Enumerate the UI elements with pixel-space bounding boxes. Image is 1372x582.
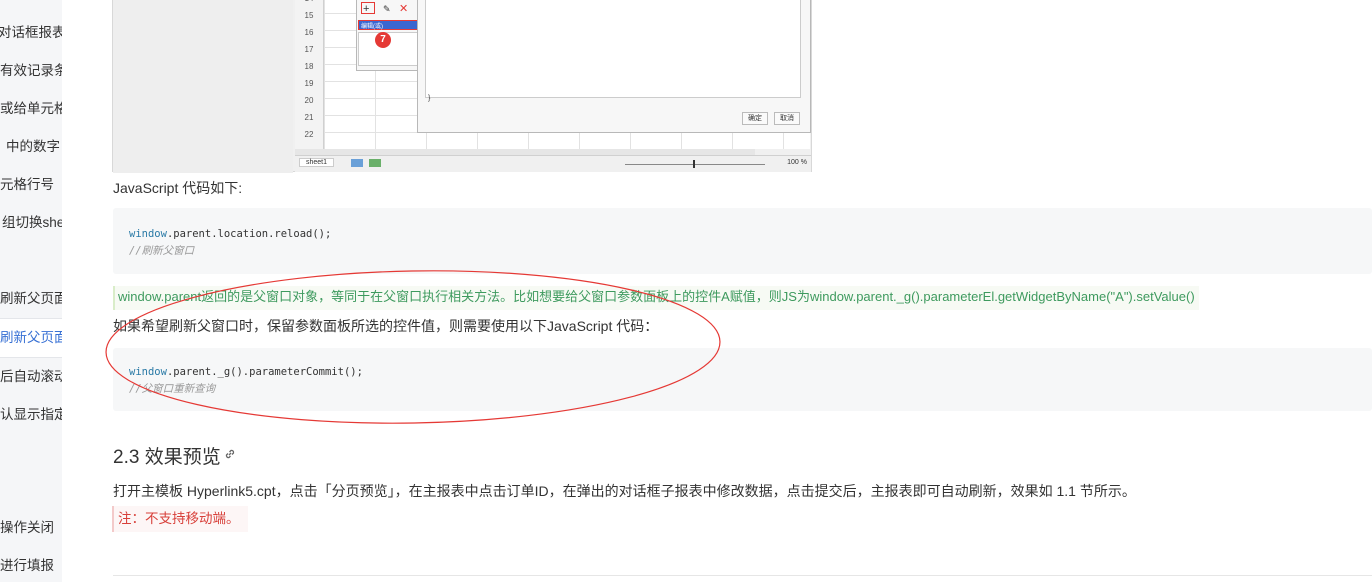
zoom-slider (625, 164, 765, 165)
zoom-level: 100 % (787, 159, 807, 166)
event-list-dialog: + ✎ ✕ 编辑(或) 7 (356, 0, 420, 71)
row-number: 16 (304, 28, 314, 37)
code-block-reload: window.parent.location.reload(); //刷新父窗口 (113, 208, 1372, 274)
keep-params-text: 如果希望刷新父窗口时，保留参数面板所选的控件值，则需要使用以下JavaScrip… (113, 318, 659, 334)
sidebar-item[interactable]: 操作关闭 (0, 519, 54, 537)
section-heading: 2.3 效果预览 (113, 447, 221, 468)
row-number: 17 (304, 45, 314, 54)
cancel-button: 取消 (774, 112, 800, 125)
sidebar-item[interactable]: 认显示指定 (0, 406, 62, 424)
sidebar-item[interactable]: 进行填报 (0, 557, 54, 575)
event-list-item-label: 编辑(或) (361, 24, 383, 30)
sidebar-item[interactable]: 对话框报表 (0, 24, 62, 42)
code-text: .parent._g().parameterCommit(); (166, 366, 363, 378)
sidebar-item[interactable]: 刷新父页面 (0, 290, 62, 308)
anchor-link-icon[interactable] (223, 447, 237, 461)
screenshot-left-pane (113, 0, 293, 173)
code-comment: //父窗口重新查询 (129, 383, 216, 395)
js-editor-dialog: } 确定 取消 (417, 0, 811, 133)
sidebar-item[interactable]: 元格行号 (0, 176, 54, 194)
sheet-icon (351, 159, 363, 167)
js-editor-area (425, 0, 801, 98)
code-keyword: window (129, 228, 167, 240)
preview-text: 打开主模板 Hyperlink5.cpt，点击「分页预览」，在主报表中点击订单I… (113, 483, 1136, 499)
row-number: 21 (304, 113, 314, 122)
row-number: 22 (304, 130, 314, 139)
code-line: window.parent._g().parameterCommit(); (129, 366, 363, 378)
designer-screenshot: 14 15 16 17 18 19 20 21 22 + ✎ ✕ 编辑(或) 7… (112, 0, 812, 173)
sidebar-item[interactable]: 有效记录条 (0, 62, 62, 80)
zoom-thumb (693, 160, 695, 168)
row-number: 15 (304, 11, 314, 20)
sheet-icon (369, 159, 381, 167)
row-number: 20 (304, 96, 314, 105)
row-number: 18 (304, 62, 314, 71)
code-line: window.parent.location.reload(); (129, 228, 331, 240)
code-keyword: window (129, 366, 167, 378)
sidebar-item[interactable]: 后自动滚动 (0, 368, 62, 386)
step-badge: 7 (375, 32, 391, 48)
sheet-tab: sheet1 (299, 158, 335, 167)
code-block-commit: window.parent._g().parameterCommit(); //… (113, 348, 1372, 411)
status-bar: sheet1 100 % (295, 155, 811, 172)
code-comment: //刷新父窗口 (129, 245, 195, 257)
js-intro-text: JavaScript 代码如下: (113, 180, 243, 196)
sidebar-item[interactable]: 或给单元格 (0, 100, 62, 118)
sidebar-item[interactable]: 组切换she (2, 214, 62, 232)
divider (113, 575, 1372, 576)
row-number-column: 14 15 16 17 18 19 20 21 22 (295, 0, 324, 155)
row-number: 19 (304, 79, 314, 88)
event-list-item: 编辑(或) (358, 20, 418, 30)
sidebar-item[interactable]: 中的数字 (6, 138, 60, 156)
sidebar-item-active[interactable]: 刷新父页面 (0, 329, 62, 347)
code-text: .parent.location.reload(); (166, 228, 332, 240)
tip-callout: window.parent返回的是父窗口对象，等同于在父窗口执行相关方法。比如想… (113, 286, 1199, 310)
editor-brace: } (428, 95, 431, 102)
note-callout: 注：不支持移动端。 (112, 506, 248, 532)
ok-button: 确定 (742, 112, 768, 125)
delete-icon: ✕ (399, 3, 409, 15)
row-number: 14 (295, 0, 323, 3)
edit-icon: ✎ (383, 4, 391, 14)
add-icon: + (363, 3, 370, 15)
sidebar: 对话框报表 有效记录条 或给单元格 中的数字 元格行号 组切换she 刷新父页面… (0, 0, 62, 582)
